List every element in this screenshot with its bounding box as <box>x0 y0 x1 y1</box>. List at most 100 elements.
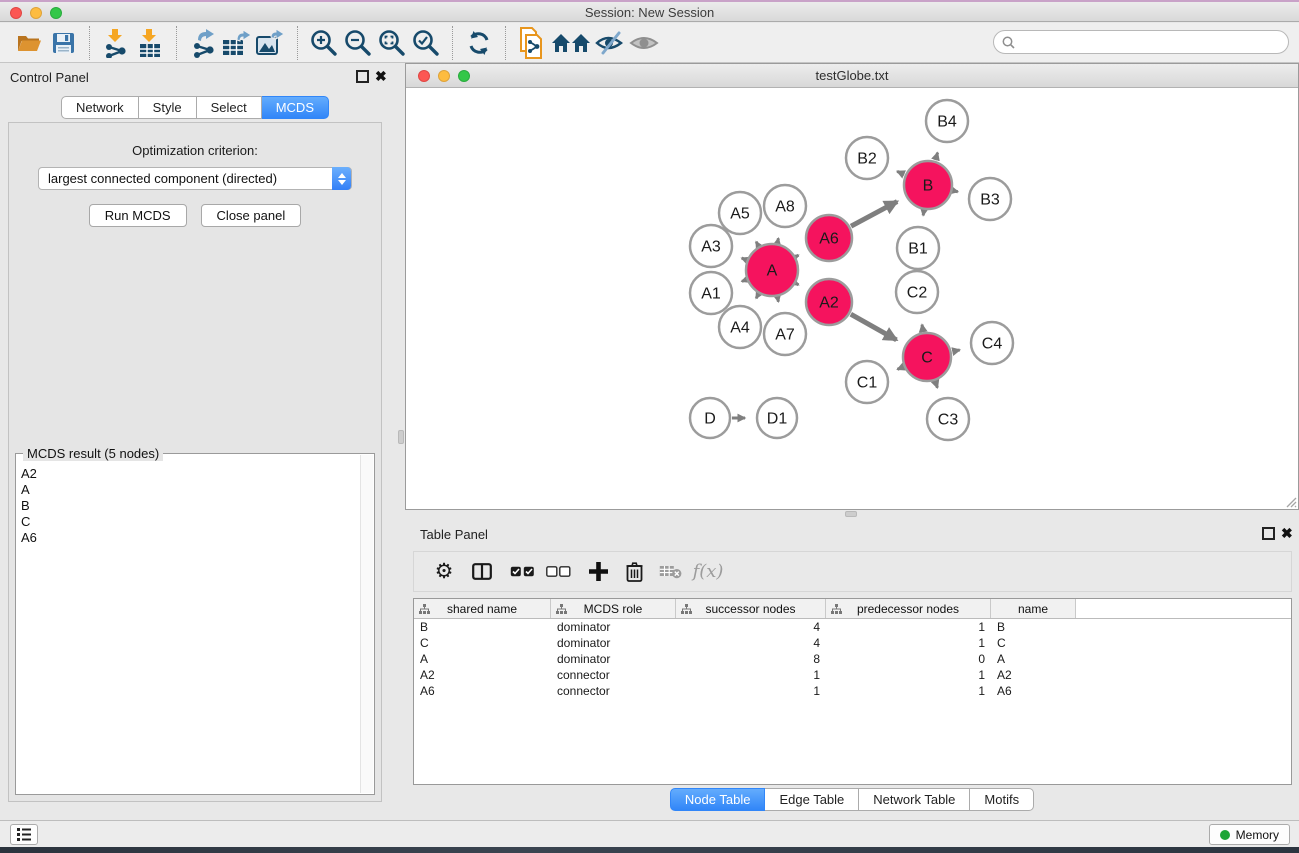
hide-panel-button[interactable] <box>593 27 627 59</box>
search-input[interactable] <box>1020 35 1270 49</box>
horizontal-scrollbar-thumb[interactable] <box>845 511 857 517</box>
node-C[interactable]: C <box>903 333 951 381</box>
home-button[interactable] <box>549 27 593 59</box>
node-B3[interactable]: B3 <box>969 178 1011 220</box>
import-network-button[interactable] <box>99 27 133 59</box>
table-row[interactable]: A6connector11A6 <box>414 683 1291 699</box>
column-header-shared-name[interactable]: shared name <box>414 599 551 618</box>
node-C2[interactable]: C2 <box>896 271 938 313</box>
zoom-fit-button[interactable] <box>375 27 409 59</box>
edge-B-B1[interactable] <box>923 211 924 216</box>
column-header-successor-nodes[interactable]: successor nodes <box>676 599 826 618</box>
export-table-button[interactable] <box>220 27 254 59</box>
zoom-out-button[interactable] <box>341 27 375 59</box>
mcds-result-list[interactable]: A2ABCA6 <box>16 460 360 794</box>
table-row[interactable]: A2connector11A2 <box>414 667 1291 683</box>
node-C1[interactable]: C1 <box>846 361 888 403</box>
node-C3[interactable]: C3 <box>927 398 969 440</box>
edge-A6-B[interactable] <box>851 202 897 227</box>
network-graph[interactable]: B4 B2 B B3 A5A8A6 B1 A3 A A1 C2 A2 A4A7 C4 C C1 C3 D D1 <box>406 88 1298 509</box>
close-panel-button[interactable]: Close panel <box>201 204 302 227</box>
tab-style[interactable]: Style <box>139 96 197 119</box>
delete-table-button[interactable] <box>652 555 688 589</box>
table-row[interactable]: Adominator80A <box>414 651 1291 667</box>
open-session-button[interactable] <box>12 27 46 59</box>
select-all-columns-button[interactable] <box>504 555 540 589</box>
node-D[interactable]: D <box>690 398 730 438</box>
node-A6[interactable]: A6 <box>806 215 852 261</box>
edge-B-B2[interactable] <box>897 171 904 174</box>
edge-A-A6[interactable] <box>796 255 798 256</box>
duplicate-network-button[interactable] <box>515 27 549 59</box>
edge-A2-C[interactable] <box>851 314 897 340</box>
resize-grip[interactable] <box>1283 494 1297 508</box>
zoom-selected-button[interactable] <box>409 27 443 59</box>
node-A[interactable]: A <box>746 244 798 296</box>
column-header-MCDS-role[interactable]: MCDS role <box>551 599 676 618</box>
table-settings-button[interactable]: ⚙ <box>426 555 462 589</box>
close-panel-icon[interactable]: ✖ <box>375 70 388 83</box>
node-A8[interactable]: A8 <box>764 185 806 227</box>
edge-C-C1[interactable] <box>897 367 903 369</box>
edge-A-A8[interactable] <box>778 238 779 242</box>
float-panel-icon[interactable] <box>356 70 369 83</box>
node-B4[interactable]: B4 <box>926 100 968 142</box>
export-image-button[interactable] <box>254 27 288 59</box>
table-close-panel-icon[interactable]: ✖ <box>1281 527 1294 540</box>
edge-C-C2[interactable] <box>922 325 923 332</box>
memory-button[interactable]: Memory <box>1209 824 1290 845</box>
result-item[interactable]: C <box>21 514 360 530</box>
node-A4[interactable]: A4 <box>719 306 761 348</box>
node-A5[interactable]: A5 <box>719 192 761 234</box>
tab-network-table[interactable]: Network Table <box>859 788 970 811</box>
function-builder-button[interactable]: f(x) <box>690 555 726 589</box>
node-D1[interactable]: D1 <box>757 398 797 438</box>
network-window-titlebar[interactable]: testGlobe.txt <box>406 64 1298 88</box>
node-C4[interactable]: C4 <box>971 322 1013 364</box>
node-A2[interactable]: A2 <box>806 279 852 325</box>
search-field[interactable] <box>993 30 1289 54</box>
tab-select[interactable]: Select <box>197 96 262 119</box>
tab-motifs[interactable]: Motifs <box>970 788 1034 811</box>
save-session-button[interactable] <box>46 27 80 59</box>
edge-A-A2[interactable] <box>796 284 798 285</box>
create-column-button[interactable] <box>580 555 616 589</box>
column-header-predecessor-nodes[interactable]: predecessor nodes <box>826 599 991 618</box>
node-B[interactable]: B <box>904 161 952 209</box>
edge-A-A1[interactable] <box>742 280 746 281</box>
result-item[interactable]: A6 <box>21 530 360 546</box>
run-mcds-button[interactable]: Run MCDS <box>89 204 187 227</box>
table-row[interactable]: Cdominator41C <box>414 635 1291 651</box>
node-A3[interactable]: A3 <box>690 225 732 267</box>
table-float-panel-icon[interactable] <box>1262 527 1275 540</box>
result-item[interactable]: B <box>21 498 360 514</box>
node-B1[interactable]: B1 <box>897 227 939 269</box>
edge-C-C3[interactable] <box>935 382 937 388</box>
optimization-criterion-select[interactable]: largest connected component (directed) <box>38 167 352 190</box>
edge-C-C4[interactable] <box>952 350 959 352</box>
task-history-button[interactable] <box>10 824 38 845</box>
table-row[interactable]: Bdominator41B <box>414 619 1291 635</box>
edge-A-A7[interactable] <box>778 297 779 301</box>
show-columns-button[interactable] <box>464 555 500 589</box>
node-B2[interactable]: B2 <box>846 137 888 179</box>
edge-B-B4[interactable] <box>935 153 937 160</box>
show-panel-button[interactable] <box>627 27 661 59</box>
import-table-button[interactable] <box>133 27 167 59</box>
tab-node-table[interactable]: Node Table <box>670 788 766 811</box>
export-network-button[interactable] <box>186 27 220 59</box>
edge-A-A4[interactable] <box>756 294 758 298</box>
tab-mcds[interactable]: MCDS <box>262 96 329 119</box>
node-A7[interactable]: A7 <box>764 313 806 355</box>
edge-A-A3[interactable] <box>742 258 746 260</box>
zoom-in-button[interactable] <box>307 27 341 59</box>
column-header-name[interactable]: name <box>991 599 1076 618</box>
node-A1[interactable]: A1 <box>690 272 732 314</box>
result-scrollbar-track[interactable] <box>360 455 373 793</box>
delete-column-button[interactable] <box>616 555 652 589</box>
tab-edge-table[interactable]: Edge Table <box>765 788 859 811</box>
unselect-all-columns-button[interactable] <box>540 555 576 589</box>
result-item[interactable]: A2 <box>21 466 360 482</box>
apply-layout-button[interactable] <box>462 27 496 59</box>
vertical-scrollbar-thumb[interactable] <box>398 430 404 444</box>
